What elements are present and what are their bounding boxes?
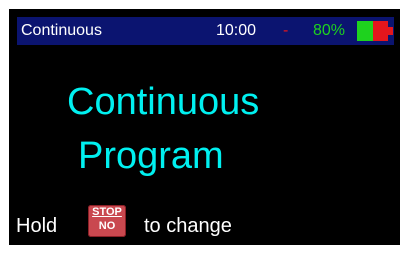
- stop-label: STOP: [92, 206, 122, 218]
- device-screen: Continuous 10:00 - 80% Continuous Progra…: [9, 9, 400, 245]
- hold-label: Hold: [16, 215, 58, 237]
- no-label: NO: [98, 220, 116, 232]
- status-time: 10:00: [216, 22, 257, 39]
- battery-charged-fill: [357, 21, 373, 41]
- program-title-line2: Program: [78, 135, 224, 177]
- status-bar: Continuous 10:00 - 80%: [17, 17, 394, 45]
- battery-percentage: 80%: [313, 22, 346, 39]
- status-title: Continuous: [21, 22, 102, 39]
- stop-no-button-icon: STOP NO: [88, 205, 126, 237]
- change-label: to change: [144, 215, 232, 237]
- status-separator: -: [283, 22, 289, 39]
- program-title-line1: Continuous: [67, 81, 260, 123]
- battery-empty-fill: [373, 21, 388, 41]
- footer-instruction: Hold STOP NO to change: [16, 205, 316, 239]
- battery-tip: [388, 27, 393, 35]
- battery-icon: [357, 21, 393, 41]
